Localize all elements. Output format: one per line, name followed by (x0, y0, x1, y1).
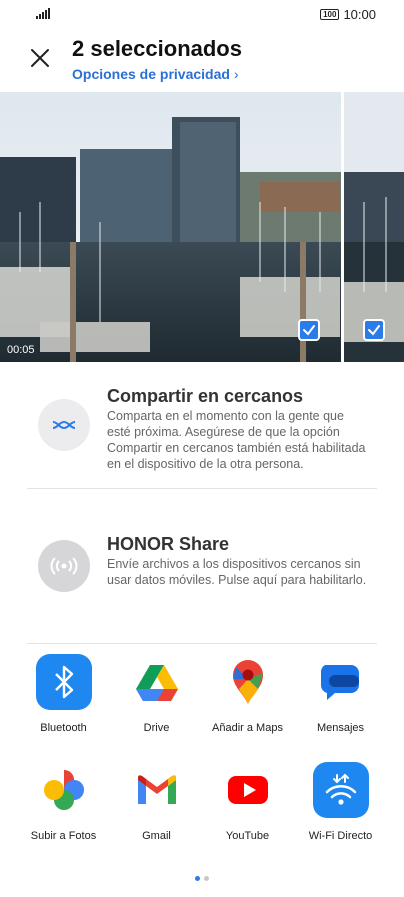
messages-icon (313, 654, 369, 710)
privacy-options-link[interactable]: Opciones de privacidad › (72, 66, 239, 82)
page-indicator (0, 876, 404, 881)
divider (27, 488, 377, 489)
status-bar: 100 10:00 (0, 0, 404, 28)
nearby-share-description: Comparta en el momento con la gente que … (107, 409, 366, 471)
harbor-image (0, 92, 341, 362)
app-gmail[interactable]: Gmail (106, 762, 207, 842)
close-icon (31, 49, 49, 67)
app-label: Mensajes (316, 722, 365, 734)
divider (27, 643, 377, 644)
checkmark-icon (303, 325, 315, 336)
app-youtube[interactable]: YouTube (197, 762, 298, 842)
privacy-options-label: Opciones de privacidad (72, 66, 230, 82)
selected-checkbox[interactable] (298, 319, 320, 341)
app-label: Drive (143, 722, 170, 734)
signal-icon (36, 8, 50, 19)
app-label: Wi-Fi Directo (308, 830, 373, 842)
close-button[interactable] (30, 48, 50, 68)
selected-image-thumbnail[interactable] (344, 92, 404, 362)
app-label: Gmail (142, 830, 171, 842)
app-maps[interactable]: Añadir a Maps (197, 654, 298, 734)
app-wifi-direct[interactable]: Wi-Fi Directo (290, 762, 391, 842)
google-maps-icon (220, 654, 276, 710)
honor-share-description: Envíe archivos a los dispositivos cercan… (107, 557, 367, 587)
app-drive[interactable]: Drive (106, 654, 207, 734)
youtube-icon (220, 762, 276, 818)
google-drive-icon (129, 654, 185, 710)
page-dot (204, 876, 209, 881)
honor-share-title: HONOR Share (107, 534, 230, 554)
selected-media-strip[interactable]: 00:05 (0, 92, 404, 362)
honor-share-option[interactable]: HONOR Share Envíe archivos a los disposi… (0, 530, 404, 600)
app-bluetooth[interactable]: Bluetooth (13, 654, 114, 734)
app-photos[interactable]: Subir a Fotos (13, 762, 114, 842)
honor-share-icon (38, 540, 90, 592)
wifi-direct-icon (312, 762, 369, 818)
selected-video-thumbnail[interactable]: 00:05 (0, 92, 341, 362)
checkmark-icon (368, 325, 380, 336)
selected-checkbox[interactable] (363, 319, 385, 341)
app-messages[interactable]: Mensajes (290, 654, 391, 734)
gmail-icon (129, 762, 185, 818)
battery-icon: 100 (320, 9, 340, 20)
app-label: Subir a Fotos (30, 830, 97, 842)
clock: 10:00 (343, 7, 376, 22)
video-duration: 00:05 (7, 344, 35, 356)
bluetooth-icon (35, 654, 92, 710)
nearby-share-icon (38, 399, 90, 451)
nearby-share-title: Compartir en cercanos (107, 386, 304, 406)
app-label: Bluetooth (40, 722, 87, 734)
nearby-share-option[interactable]: Compartir en cercanos Comparta en el mom… (0, 380, 404, 480)
page-dot-active (195, 876, 200, 881)
google-photos-icon (36, 762, 92, 818)
app-label: YouTube (225, 830, 270, 842)
page-title: 2 seleccionados (72, 36, 242, 61)
chevron-right-icon: › (233, 66, 239, 82)
app-label: Añadir a Maps (212, 722, 283, 734)
